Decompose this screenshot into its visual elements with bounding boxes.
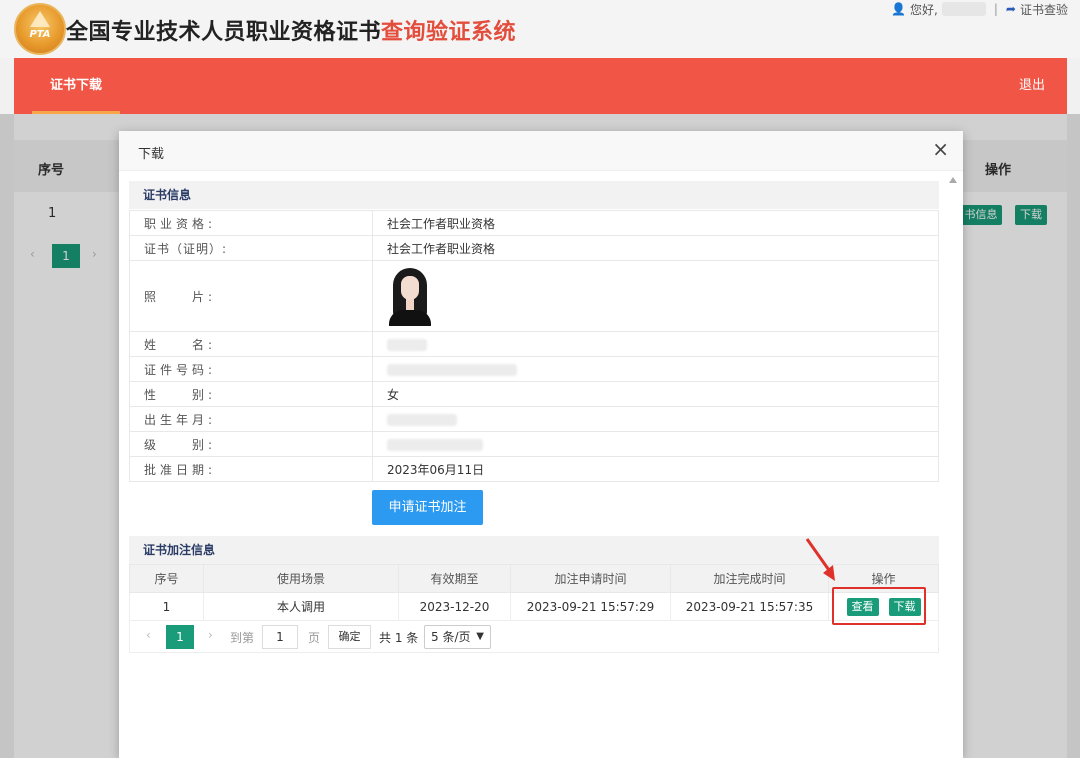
scroll-up-icon[interactable]	[949, 177, 957, 183]
field-value-gender: 女	[372, 381, 939, 407]
info-row: 证书（证明）: 社会工作者职业资格	[129, 235, 939, 261]
col-valid-until: 有效期至	[398, 564, 511, 593]
header-separator: |	[993, 2, 998, 16]
user-area: 👤 您好, | ➦ 证书查验	[891, 0, 1068, 18]
info-row-photo: 照 片:	[129, 260, 939, 332]
cell-valid-until: 2023-12-20	[398, 592, 511, 621]
verify-link[interactable]: 证书查验	[1020, 1, 1068, 18]
share-arrow-icon[interactable]: ➦	[1006, 2, 1016, 16]
certificate-info-table: 职业资格: 社会工作者职业资格 证书（证明）: 社会工作者职业资格 照 片: 姓…	[129, 210, 939, 482]
modal-title: 下载	[138, 147, 165, 162]
col-scene: 使用场景	[203, 564, 399, 593]
field-label-id-number: 证件号码:	[129, 356, 373, 382]
field-value-name-blurred	[372, 331, 939, 357]
field-label-gender: 性 别:	[129, 381, 373, 407]
apply-annotation-button[interactable]: 申请证书加注	[372, 490, 483, 525]
cell-scene: 本人调用	[203, 592, 399, 621]
user-name-blurred	[941, 2, 986, 16]
id-photo	[387, 266, 433, 326]
info-row: 性 别: 女	[129, 381, 939, 407]
field-label-name: 姓 名:	[129, 331, 373, 357]
main-nav: 证书下载 退出	[14, 58, 1067, 114]
pager-page-label: 页	[308, 631, 321, 645]
field-value-photo	[372, 260, 939, 332]
field-value-approval-date: 2023年06月11日	[372, 456, 939, 482]
pagination: ‹ 1 › 到第 1 页 确定 共 1 条 5 条/页 ▼	[129, 621, 939, 653]
pager-goto-input[interactable]: 1	[262, 625, 298, 649]
red-pointer-arrow-icon	[805, 538, 835, 581]
info-row: 职业资格: 社会工作者职业资格	[129, 210, 939, 236]
field-label-qualification: 职业资格:	[129, 210, 373, 236]
user-icon: 👤	[891, 2, 907, 16]
cell-apply-time: 2023-09-21 15:57:29	[510, 592, 671, 621]
page-size-select[interactable]: 5 条/页 ▼	[424, 625, 491, 649]
field-value-qualification: 社会工作者职业资格	[372, 210, 939, 236]
info-row: 级 别:	[129, 431, 939, 457]
field-label-level: 级 别:	[129, 431, 373, 457]
info-row: 证件号码:	[129, 356, 939, 382]
site-title-main: 全国专业技术人员职业资格证书	[66, 20, 382, 45]
pager-confirm-button[interactable]: 确定	[328, 625, 371, 649]
greeting-text: 您好,	[910, 2, 938, 17]
pager-goto-label: 到第	[230, 631, 255, 645]
pager-total: 共 1 条	[379, 631, 419, 645]
logo-triangle-icon	[30, 11, 50, 27]
field-value-level-blurred	[372, 431, 939, 457]
pta-logo: PTA	[14, 3, 66, 55]
close-icon[interactable]: ×	[932, 139, 949, 159]
site-header: PTA 全国专业技术人员职业资格证书查询验证系统 👤 您好, | ➦ 证书查验	[0, 0, 1080, 58]
field-label-certificate: 证书（证明）:	[129, 235, 373, 261]
cell-number: 1	[129, 592, 204, 621]
field-label-approval-date: 批准日期:	[129, 456, 373, 482]
field-value-birth-blurred	[372, 406, 939, 432]
download-modal: 下载 × 证书信息 职业资格: 社会工作者职业资格 证书（证明）: 社会工作者职…	[119, 131, 963, 758]
info-row: 批准日期: 2023年06月11日	[129, 456, 939, 482]
table-row: 1 本人调用 2023-12-20 2023-09-21 15:57:29 20…	[129, 592, 939, 621]
info-row: 出生年月:	[129, 406, 939, 432]
site-title: 全国专业技术人员职业资格证书查询验证系统	[66, 14, 516, 46]
highlight-box	[832, 587, 926, 625]
pager-next-icon[interactable]: ›	[208, 628, 213, 642]
info-row: 姓 名:	[129, 331, 939, 357]
logo-text: PTA	[29, 29, 51, 40]
field-label-birth: 出生年月:	[129, 406, 373, 432]
pager-current-page[interactable]: 1	[166, 625, 194, 649]
certificate-info-heading: 证书信息	[129, 181, 939, 209]
chevron-down-icon: ▼	[476, 631, 484, 642]
field-label-photo: 照 片:	[129, 260, 373, 332]
tab-certificate-download[interactable]: 证书下载	[32, 58, 120, 114]
logout-link[interactable]: 退出	[1019, 58, 1045, 114]
field-value-id-number-blurred	[372, 356, 939, 382]
col-number: 序号	[129, 564, 204, 593]
cell-complete-time: 2023-09-21 15:57:35	[670, 592, 829, 621]
modal-header: 下载 ×	[119, 131, 963, 171]
page-size-value: 5 条/页	[431, 630, 471, 644]
site-title-accent: 查询验证系统	[381, 20, 517, 45]
pager-prev-icon[interactable]: ‹	[146, 628, 151, 642]
field-value-certificate: 社会工作者职业资格	[372, 235, 939, 261]
col-apply-time: 加注申请时间	[510, 564, 671, 593]
